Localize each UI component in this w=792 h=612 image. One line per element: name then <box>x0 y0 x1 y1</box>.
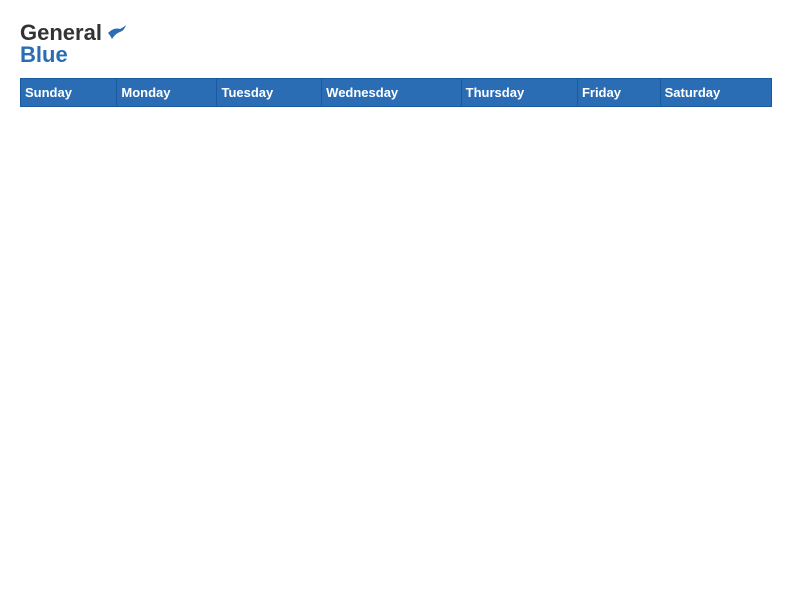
weekday-header-saturday: Saturday <box>660 79 771 107</box>
weekday-header-thursday: Thursday <box>461 79 577 107</box>
weekday-header-row: SundayMondayTuesdayWednesdayThursdayFrid… <box>21 79 772 107</box>
calendar-table: SundayMondayTuesdayWednesdayThursdayFrid… <box>20 78 772 107</box>
logo: General Blue <box>20 20 126 68</box>
page-header: General Blue <box>20 20 772 68</box>
logo-blue: Blue <box>20 42 68 68</box>
weekday-header-wednesday: Wednesday <box>322 79 462 107</box>
logo-bird-icon <box>106 25 126 41</box>
weekday-header-tuesday: Tuesday <box>217 79 322 107</box>
weekday-header-monday: Monday <box>117 79 217 107</box>
weekday-header-sunday: Sunday <box>21 79 117 107</box>
weekday-header-friday: Friday <box>577 79 660 107</box>
